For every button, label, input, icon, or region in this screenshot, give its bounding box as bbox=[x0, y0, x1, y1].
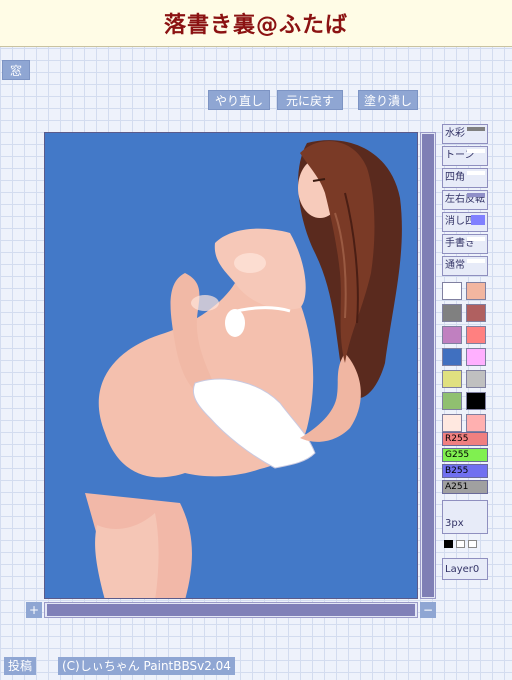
page-title: 落書き裏@ふたば bbox=[163, 13, 348, 38]
fill-button[interactable]: 塗り潰し bbox=[358, 90, 418, 110]
tool-normal-label: 通常 bbox=[445, 260, 465, 271]
pen-width-medium-icon[interactable] bbox=[456, 540, 465, 548]
palette-swatch[interactable] bbox=[442, 304, 462, 322]
slider-blue[interactable]: B255 bbox=[442, 464, 488, 478]
palette-swatch[interactable] bbox=[466, 370, 486, 388]
palette-swatch[interactable] bbox=[442, 282, 462, 300]
layer-selector[interactable]: Layer0 bbox=[442, 558, 488, 580]
pen-size-label: 3px bbox=[445, 518, 464, 529]
palette-swatch[interactable] bbox=[442, 392, 462, 410]
slider-alpha[interactable]: A251 bbox=[442, 480, 488, 494]
vertical-scrollbar[interactable] bbox=[420, 132, 436, 599]
palette-swatch[interactable] bbox=[442, 348, 462, 366]
palette-swatch[interactable] bbox=[442, 370, 462, 388]
slider-red-label: R255 bbox=[445, 434, 469, 444]
tool-handwrite[interactable]: 手書き bbox=[442, 234, 488, 254]
tool-watercolor[interactable]: 水彩 bbox=[442, 124, 488, 144]
palette-swatch[interactable] bbox=[466, 326, 486, 344]
tool-rect-label: 四角 bbox=[445, 172, 465, 183]
vertical-scroll-thumb[interactable] bbox=[422, 134, 434, 597]
palette-swatch[interactable] bbox=[466, 348, 486, 366]
tool-rect[interactable]: 四角 bbox=[442, 168, 488, 188]
zoom-out-button[interactable]: − bbox=[420, 602, 436, 618]
page-header: 落書き裏@ふたば bbox=[0, 0, 512, 47]
palette-swatch[interactable] bbox=[466, 282, 486, 300]
tool-indicator-icon bbox=[467, 149, 485, 153]
window-button[interactable]: 窓 bbox=[2, 60, 30, 80]
slider-green[interactable]: G255 bbox=[442, 448, 488, 462]
horizontal-scrollbar[interactable] bbox=[44, 602, 418, 618]
slider-green-label: G255 bbox=[445, 450, 470, 460]
slider-red[interactable]: R255 bbox=[442, 432, 488, 446]
redo-button[interactable]: やり直し bbox=[208, 90, 270, 110]
tool-indicator-icon bbox=[467, 259, 485, 263]
pen-width-large-icon[interactable] bbox=[468, 540, 477, 548]
slider-blue-label: B255 bbox=[445, 466, 469, 476]
tool-indicator-icon bbox=[467, 237, 485, 241]
tool-indicator-icon bbox=[471, 215, 485, 225]
undo-button[interactable]: 元に戻す bbox=[277, 90, 343, 110]
tool-watercolor-label: 水彩 bbox=[445, 128, 465, 139]
tool-normal[interactable]: 通常 bbox=[442, 256, 488, 276]
credit-link[interactable]: (C)しぃちゃん PaintBBSv2.04 bbox=[58, 657, 235, 675]
tool-erase-rect[interactable]: 消し四角 bbox=[442, 212, 488, 232]
palette-swatch[interactable] bbox=[466, 392, 486, 410]
pen-width-selector[interactable] bbox=[442, 538, 488, 550]
post-button[interactable]: 投稿 bbox=[4, 657, 37, 675]
palette-swatch[interactable] bbox=[442, 326, 462, 344]
zoom-in-button[interactable]: + bbox=[26, 602, 42, 618]
tool-indicator-icon bbox=[467, 127, 485, 131]
pen-width-small-icon[interactable] bbox=[444, 540, 453, 548]
palette-swatch[interactable] bbox=[466, 414, 486, 432]
tool-flip[interactable]: 左右反転 bbox=[442, 190, 488, 210]
palette-swatch[interactable] bbox=[442, 414, 462, 432]
tool-tone[interactable]: トーン bbox=[442, 146, 488, 166]
slider-alpha-label: A251 bbox=[445, 482, 469, 492]
palette-swatch[interactable] bbox=[466, 304, 486, 322]
tool-indicator-icon bbox=[467, 193, 485, 197]
horizontal-scroll-thumb[interactable] bbox=[47, 604, 415, 616]
drawing-canvas[interactable] bbox=[44, 132, 418, 599]
artwork-image bbox=[45, 133, 417, 598]
pen-size-control[interactable]: 3px bbox=[442, 500, 488, 534]
tool-indicator-icon bbox=[467, 171, 485, 175]
layer-label: Layer0 bbox=[445, 564, 480, 575]
